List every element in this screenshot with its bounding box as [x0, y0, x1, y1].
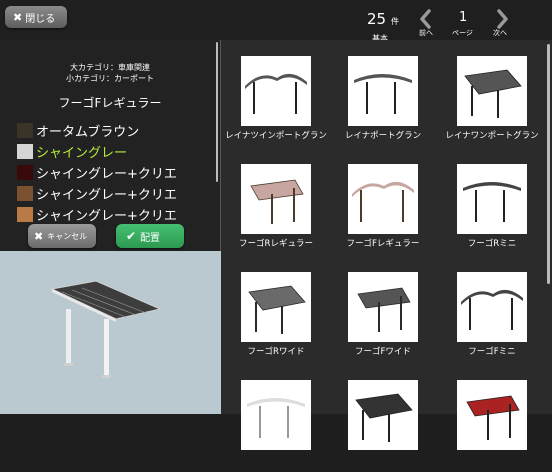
color-swatch [17, 165, 33, 180]
color-option[interactable]: シャイングレー+クリエ [17, 183, 217, 204]
color-swatch [17, 186, 33, 201]
product-thumbnail[interactable] [241, 380, 311, 450]
product-thumbnail[interactable] [457, 380, 527, 450]
x-icon: ✖ [13, 10, 23, 24]
product-thumbnail[interactable] [348, 56, 418, 126]
category-major: 大カテゴリ：車庫関連 [70, 63, 150, 72]
product-grid: レイナツインポートグラン レイナポートグラン レイナワンポートグランフーゴRレギュラ… [221, 40, 552, 450]
product-tile[interactable]: フーゴFミニ [437, 256, 547, 364]
prev-page-label[interactable]: 前へ [419, 28, 433, 38]
product-tile[interactable]: フーゴFワイド [328, 256, 438, 364]
product-thumbnail[interactable] [457, 272, 527, 342]
result-count-unit: 件 [391, 17, 399, 26]
product-tile[interactable] [328, 364, 438, 472]
product-name: レイナツインポートグラン [225, 131, 327, 141]
color-swatch [17, 207, 33, 222]
product-tile[interactable]: レイナツインポートグラン [221, 40, 331, 148]
color-option[interactable]: シャイングレー+クリエ [17, 204, 217, 224]
close-label: 閉じる [25, 13, 56, 25]
color-name: オータムブラウン [36, 125, 140, 140]
product-tile[interactable]: レイナワンポートグラン [437, 40, 547, 148]
product-name: フーゴRレギュラー [239, 239, 313, 249]
product-tile[interactable] [437, 364, 547, 472]
color-list: オータムブラウン シャイングレーシャイングレー+クリエ シャイングレー+クリエ シャイ… [17, 120, 217, 224]
top-bar: ✖ 閉じる 25 件 基本 前へ 1 ページ 次へ [0, 0, 552, 43]
product-tile[interactable]: フーゴRミニ [437, 148, 547, 256]
product-thumbnail[interactable] [348, 272, 418, 342]
product-name: フーゴFレギュラー [346, 239, 420, 249]
product-thumbnail[interactable] [241, 272, 311, 342]
product-thumbnail[interactable] [241, 56, 311, 126]
product-tile[interactable]: フーゴFレギュラー [328, 148, 438, 256]
product-name: フーゴFミニ [468, 347, 516, 357]
close-button[interactable]: ✖ 閉じる [5, 6, 67, 28]
product-name: フーゴFワイド [355, 347, 411, 357]
product-tile[interactable]: フーゴRレギュラー [221, 148, 331, 256]
color-name: シャイングレー [36, 146, 128, 161]
color-swatch [17, 123, 33, 138]
product-tile[interactable]: フーゴRワイド [221, 256, 331, 364]
product-thumbnail[interactable] [241, 164, 311, 234]
color-name: シャイングレー+クリエ [36, 209, 177, 224]
color-swatch [17, 144, 33, 159]
product-tile[interactable]: レイナポートグラン [328, 40, 438, 148]
carport-3d-model [50, 280, 162, 378]
place-button[interactable]: ✔ 配置 [116, 224, 184, 248]
product-tile[interactable] [221, 364, 331, 472]
scrollbar[interactable] [547, 44, 550, 284]
product-name: レイナワンポートグラン [445, 131, 539, 141]
chevron-left-icon[interactable] [417, 9, 435, 29]
next-page-label[interactable]: 次へ [493, 28, 507, 38]
chevron-right-icon[interactable] [493, 9, 511, 29]
place-label: 配置 [140, 232, 161, 244]
product-detail-panel: 大カテゴリ：車庫関連 小カテゴリ：カーポート フーゴFレギュラー オータムブラウ… [0, 40, 221, 251]
product-name: レイナポートグラン [344, 131, 422, 141]
3d-preview[interactable] [0, 251, 221, 414]
x-icon: ✖ [34, 229, 44, 243]
result-count: 25 [367, 10, 387, 28]
checkmark-icon: ✔ [126, 229, 137, 243]
product-thumbnail[interactable] [457, 56, 527, 126]
product-name: フーゴRミニ [467, 239, 517, 249]
product-thumbnail[interactable] [348, 380, 418, 450]
product-title: フーゴFレギュラー [58, 96, 162, 110]
color-option[interactable]: シャイングレー [17, 141, 217, 162]
page-unit-label: ページ [452, 29, 473, 37]
product-name: フーゴRワイド [247, 347, 305, 357]
category-minor: 小カテゴリ：カーポート [66, 74, 154, 83]
color-name: シャイングレー+クリエ [36, 167, 177, 182]
product-thumbnail[interactable] [348, 164, 418, 234]
cancel-button[interactable]: ✖ キャンセル [28, 224, 96, 248]
color-name: シャイングレー+クリエ [36, 188, 177, 203]
color-option[interactable]: オータムブラウン [17, 120, 217, 141]
cancel-label: キャンセル [47, 231, 88, 241]
color-option[interactable]: シャイングレー+クリエ [17, 162, 217, 183]
page-number: 1 [459, 10, 468, 25]
product-thumbnail[interactable] [457, 164, 527, 234]
